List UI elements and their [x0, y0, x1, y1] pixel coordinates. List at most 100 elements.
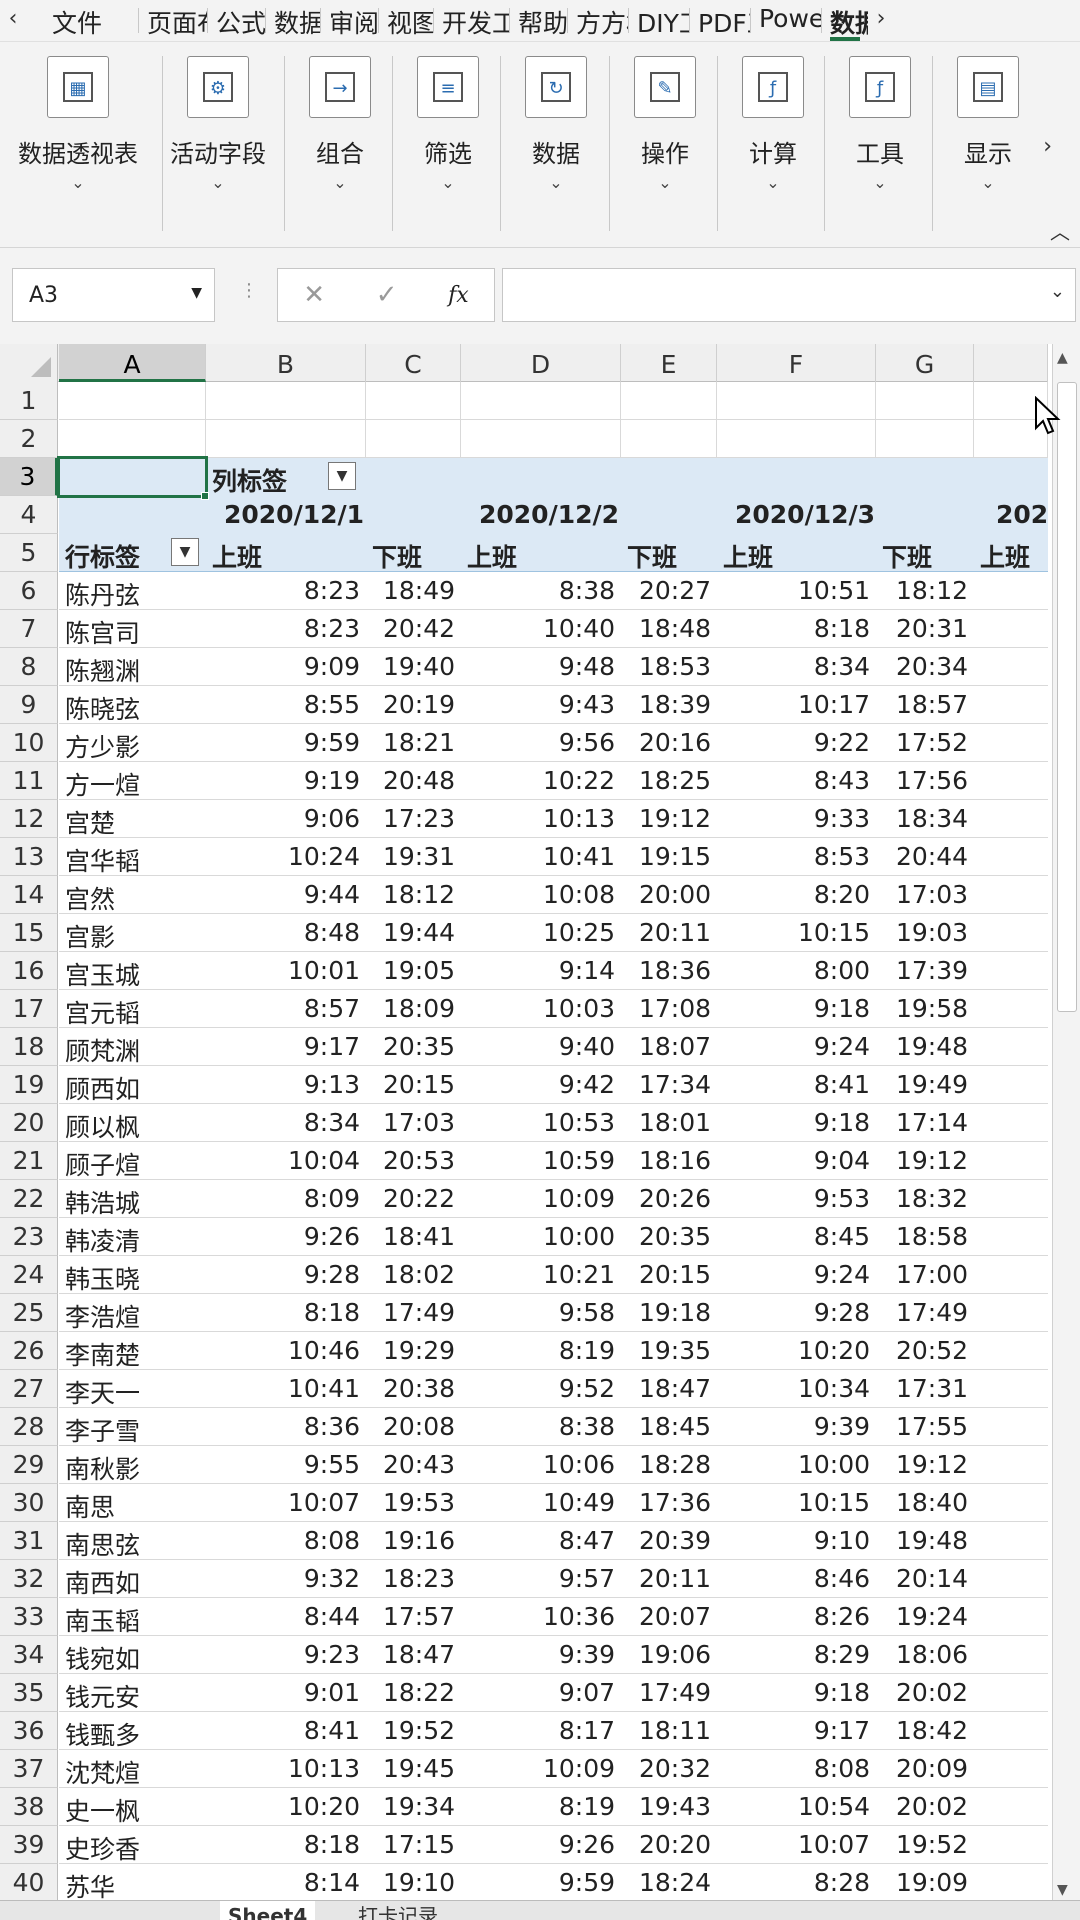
column-header-G[interactable]: G: [876, 344, 974, 382]
chevron-down-icon[interactable]: ⌄: [71, 173, 84, 192]
tab-5[interactable]: 视图: [379, 0, 433, 41]
row-header[interactable]: 12: [0, 800, 58, 838]
row-header[interactable]: 26: [0, 1332, 58, 1370]
row-header[interactable]: 23: [0, 1218, 58, 1256]
tab-2[interactable]: 公式: [208, 0, 265, 41]
time-cell: 19:24: [895, 1602, 968, 1631]
tab-6[interactable]: 开发工: [434, 0, 509, 41]
row-header[interactable]: 39: [0, 1826, 58, 1864]
chevron-down-icon[interactable]: ⌄: [211, 173, 224, 192]
select-all-button[interactable]: [0, 344, 58, 382]
chevron-down-icon[interactable]: ⌄: [658, 173, 671, 192]
tab-3[interactable]: 数据: [266, 0, 320, 41]
column-header-B[interactable]: B: [206, 344, 366, 382]
column-header-D[interactable]: D: [461, 344, 621, 382]
chevron-down-icon[interactable]: ⌄: [549, 173, 562, 192]
tabs-scroll-right-icon[interactable]: ›: [868, 0, 894, 41]
tabs-scroll-left-icon[interactable]: ‹: [0, 0, 26, 41]
tab-8[interactable]: 方方格: [568, 0, 628, 41]
enter-icon[interactable]: ✓: [376, 280, 398, 310]
tab-4[interactable]: 审阅: [321, 0, 378, 41]
column-header-C[interactable]: C: [366, 344, 461, 382]
chevron-down-icon[interactable]: ⌄: [981, 173, 994, 192]
row-header[interactable]: 14: [0, 876, 58, 914]
row-header[interactable]: 16: [0, 952, 58, 990]
tab-1[interactable]: 页面布: [139, 0, 207, 41]
row-header[interactable]: 37: [0, 1750, 58, 1788]
scroll-down-icon[interactable]: ▼: [1057, 1882, 1068, 1898]
row-header[interactable]: 2: [0, 420, 58, 458]
row-header[interactable]: 5: [0, 534, 58, 572]
row-header[interactable]: 22: [0, 1180, 58, 1218]
tab-10[interactable]: PDF工: [690, 0, 750, 41]
formula-input[interactable]: ⌄: [502, 268, 1076, 322]
row-header[interactable]: 38: [0, 1788, 58, 1826]
worksheet-grid[interactable]: ABCDEFG 1 2 3 4 5 6 7 8 9 10 11 12 13 14 15 16 17 18 19 20 2…: [0, 344, 1080, 1920]
row-header[interactable]: 27: [0, 1370, 58, 1408]
time-cell: 9:18: [813, 1108, 870, 1137]
tab-0[interactable]: 文件: [26, 0, 138, 41]
chevron-down-icon[interactable]: ⌄: [333, 173, 346, 192]
sheet-tab-1[interactable]: 打卡记录: [350, 1901, 446, 1920]
column-filter-dropdown-icon[interactable]: ▼: [328, 462, 356, 490]
tab-11[interactable]: Power: [751, 0, 821, 41]
name-box-dropdown-icon[interactable]: ▼: [191, 285, 202, 301]
row-header[interactable]: 17: [0, 990, 58, 1028]
row-header[interactable]: 21: [0, 1142, 58, 1180]
row-header[interactable]: 30: [0, 1484, 58, 1522]
row-header[interactable]: 13: [0, 838, 58, 876]
tab-9[interactable]: DIY工: [629, 0, 689, 41]
time-cell: 8:34: [303, 1108, 360, 1137]
cancel-icon[interactable]: ✕: [303, 280, 325, 310]
column-header-E[interactable]: E: [621, 344, 717, 382]
expand-formula-bar-icon[interactable]: ⌄: [1050, 281, 1065, 302]
vertical-scrollbar[interactable]: ▲ ▼: [1052, 344, 1080, 1904]
column-header-F[interactable]: F: [717, 344, 876, 382]
row-header[interactable]: 31: [0, 1522, 58, 1560]
row-header[interactable]: 32: [0, 1560, 58, 1598]
row-header[interactable]: 40: [0, 1864, 58, 1902]
row-header[interactable]: 7: [0, 610, 58, 648]
row-header[interactable]: 6: [0, 572, 58, 610]
column-header-extra[interactable]: [974, 344, 1048, 382]
row-header[interactable]: 35: [0, 1674, 58, 1712]
row-header[interactable]: 4: [0, 496, 58, 534]
ribbon-group-1[interactable]: ⚙ 活动字段 ⌄: [148, 42, 288, 238]
row-header[interactable]: 8: [0, 648, 58, 686]
fill-handle[interactable]: [201, 492, 209, 500]
scroll-up-icon[interactable]: ▲: [1057, 350, 1068, 366]
tab-7[interactable]: 帮助: [510, 0, 567, 41]
column-header-A[interactable]: A: [59, 344, 206, 382]
time-cell: 8:23: [303, 576, 360, 605]
row-header[interactable]: 11: [0, 762, 58, 800]
tab-12[interactable]: 数据: [822, 0, 868, 41]
sheet-tab-0[interactable]: Sheet4: [220, 1901, 316, 1920]
row-header[interactable]: 33: [0, 1598, 58, 1636]
row-header[interactable]: 10: [0, 724, 58, 762]
chevron-down-icon[interactable]: ⌄: [873, 173, 886, 192]
chevron-down-icon[interactable]: ⌄: [441, 173, 454, 192]
scroll-thumb[interactable]: [1057, 382, 1077, 1012]
insert-function-icon[interactable]: fx: [448, 283, 469, 308]
row-header[interactable]: 15: [0, 914, 58, 952]
row-header[interactable]: 36: [0, 1712, 58, 1750]
row-header[interactable]: 18: [0, 1028, 58, 1066]
formula-bar-handle-icon[interactable]: ⋮: [240, 280, 258, 301]
row-header[interactable]: 9: [0, 686, 58, 724]
row-header[interactable]: 34: [0, 1636, 58, 1674]
ribbon-group-0[interactable]: ▦ 数据透视表 ⌄: [8, 42, 148, 238]
row-header[interactable]: 25: [0, 1294, 58, 1332]
row-header[interactable]: 24: [0, 1256, 58, 1294]
ribbon-group-8[interactable]: ▤ 显示 ⌄: [918, 42, 1058, 238]
row-header[interactable]: 1: [0, 382, 58, 420]
table-row: 南玉韬 8:44 17:57 10:36 20:07 8:26 19:24: [59, 1598, 1048, 1636]
name-box[interactable]: A3 ▼: [12, 268, 215, 322]
chevron-down-icon[interactable]: ⌄: [766, 173, 779, 192]
row-header[interactable]: 3: [0, 458, 58, 496]
time-cell: 8:20: [813, 880, 870, 909]
row-filter-dropdown-icon[interactable]: ▼: [171, 538, 199, 566]
row-header[interactable]: 28: [0, 1408, 58, 1446]
row-header[interactable]: 29: [0, 1446, 58, 1484]
row-header[interactable]: 20: [0, 1104, 58, 1142]
row-header[interactable]: 19: [0, 1066, 58, 1104]
